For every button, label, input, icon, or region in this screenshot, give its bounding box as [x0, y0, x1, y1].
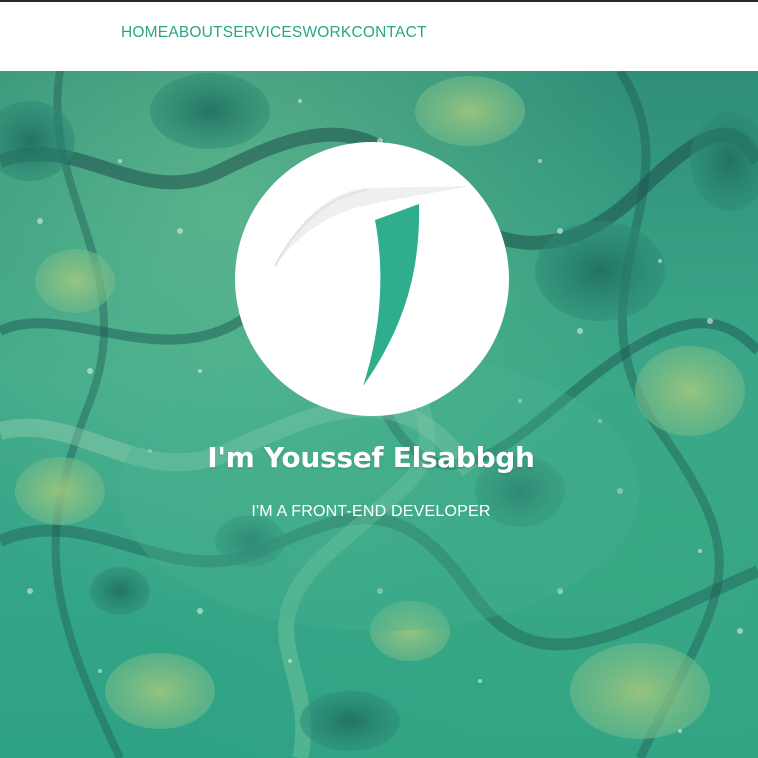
nav-link-contact[interactable]: CONTACT [351, 24, 426, 41]
nav-link-home[interactable]: HOME [121, 24, 168, 41]
nav-link-work[interactable]: WORK [302, 24, 351, 41]
nav-link-services[interactable]: SERVICES [223, 24, 303, 41]
logo-avatar [235, 142, 509, 416]
hero-subtitle: I'M A FRONT-END DEVELOPER [251, 503, 491, 520]
page: HOME ABOUT SERVICES WORK CONTACT I'm You… [0, 0, 758, 758]
hero-section: I'm Youssef Elsabbgh I'M A FRONT-END DEV… [0, 71, 758, 758]
letter-t-logo-icon [274, 186, 469, 386]
navbar: HOME ABOUT SERVICES WORK CONTACT [0, 0, 758, 71]
hero-title: I'm Youssef Elsabbgh [207, 441, 535, 474]
nav-menu: HOME ABOUT SERVICES WORK CONTACT [121, 2, 427, 64]
nav-link-about[interactable]: ABOUT [168, 24, 222, 41]
